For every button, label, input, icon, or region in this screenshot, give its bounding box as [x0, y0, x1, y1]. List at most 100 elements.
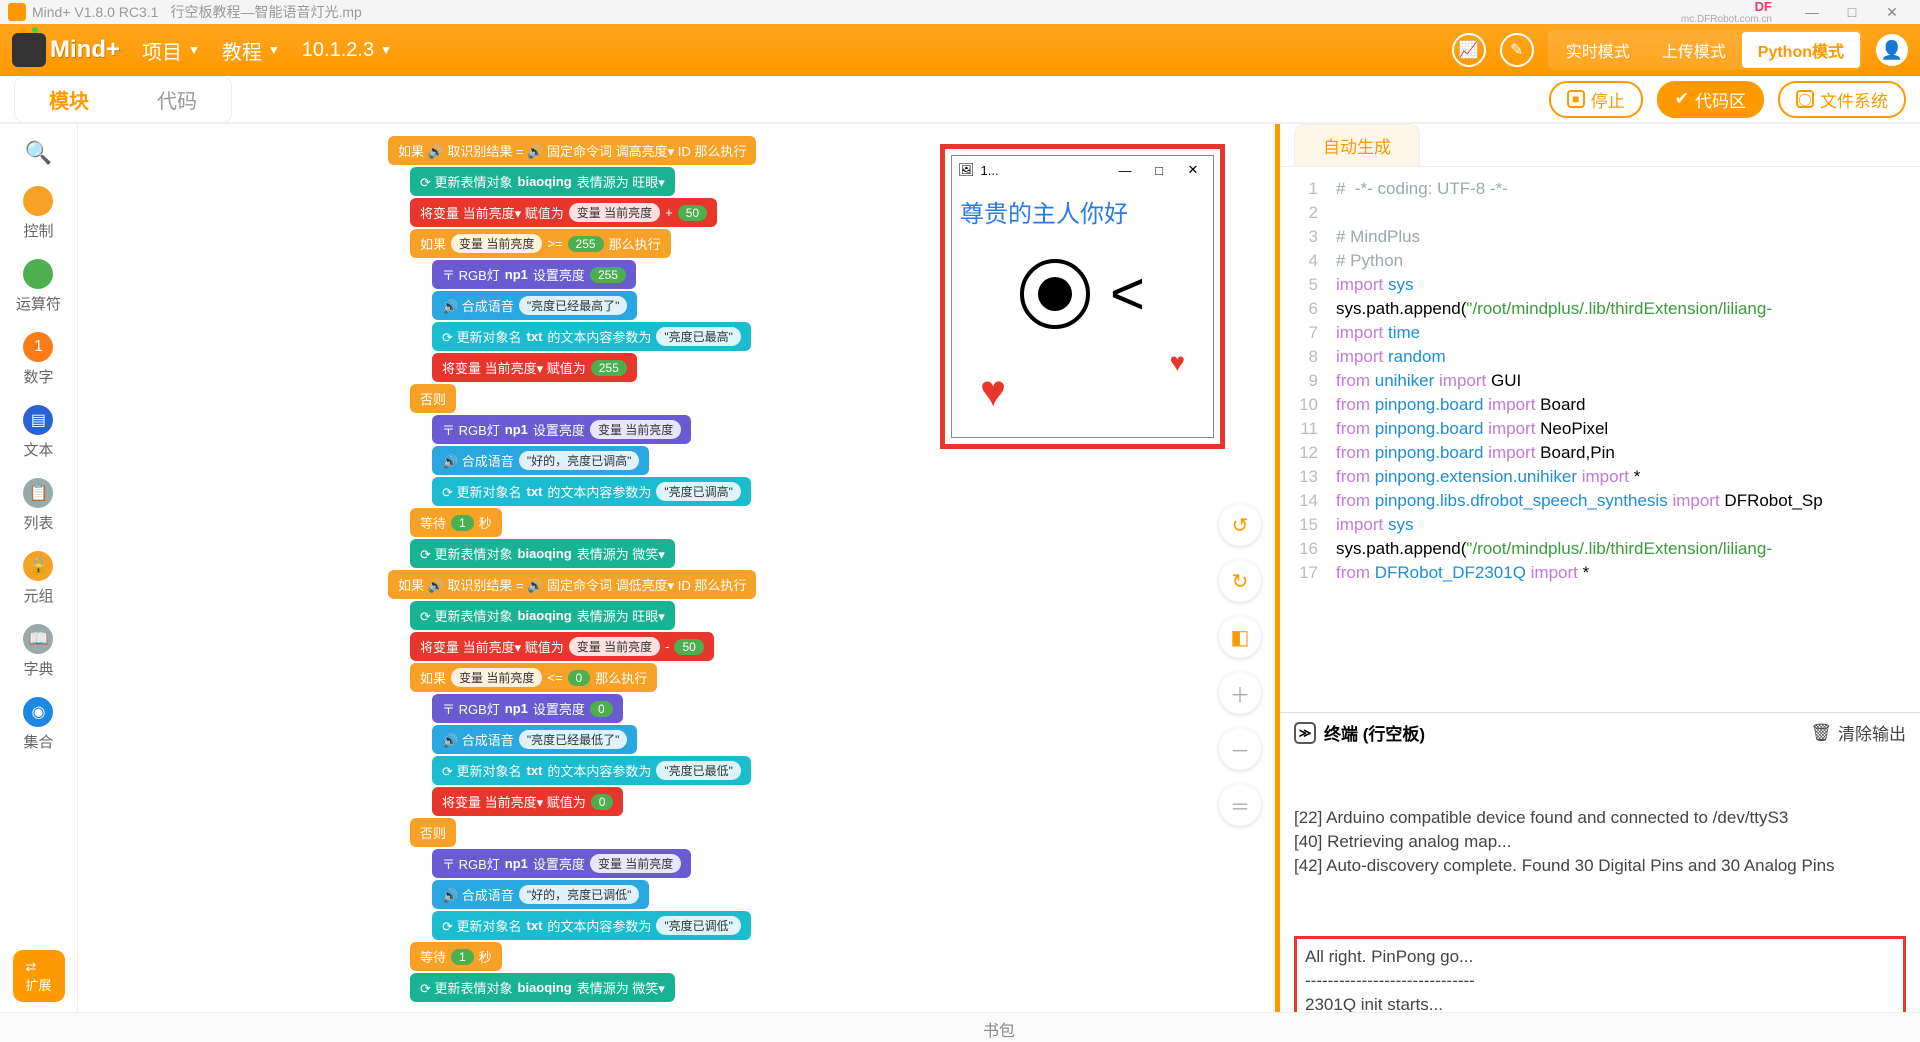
- terminal-icon: ≫: [1294, 722, 1316, 744]
- block[interactable]: 如果 变量 当前亮度 >= 255 那么执行: [410, 229, 671, 258]
- mode-switch: 实时模式 上传模式 Python模式: [1548, 30, 1862, 70]
- block[interactable]: 🔊 合成语音 "亮度已经最高了": [432, 291, 637, 320]
- block[interactable]: 将变量 当前亮度▾ 赋值为 变量 当前亮度 - 50: [410, 632, 714, 661]
- category-集合[interactable]: ◉集合: [23, 693, 53, 756]
- block[interactable]: 🔊 合成语音 "好的，亮度已调高": [432, 446, 649, 475]
- pv-max[interactable]: □: [1145, 163, 1173, 178]
- block[interactable]: ⟳ 更新对象名 txt 的文本内容参数为 "亮度已调低": [432, 911, 751, 940]
- block[interactable]: 〒 RGB灯 np1 设置亮度 变量 当前亮度: [432, 415, 691, 444]
- block[interactable]: 否则: [410, 818, 456, 847]
- pv-close[interactable]: ✕: [1179, 162, 1207, 178]
- heart-icon: ♥: [980, 367, 1006, 417]
- secondary-bar: 模块 代码 ■停止 ✔代码区 ◯文件系统: [0, 76, 1920, 124]
- stop-button[interactable]: ■停止: [1549, 81, 1643, 118]
- code-line: 13from pinpong.extension.unihiker import…: [1280, 465, 1920, 489]
- right-panel: 自动生成 1# -*- coding: UTF-8 -*-23# MindPlu…: [1280, 124, 1920, 1012]
- max-button[interactable]: □: [1832, 4, 1872, 20]
- block[interactable]: ⟳ 更新表情对象 biaoqing 表情源为 旺眼▾: [410, 601, 675, 630]
- menu-tutorial[interactable]: 教程▼: [222, 36, 280, 65]
- mode-upload[interactable]: 上传模式: [1646, 32, 1742, 68]
- block[interactable]: 🔊 合成语音 "好的，亮度已调低": [432, 880, 649, 909]
- code-line: 11from pinpong.board import NeoPixel: [1280, 417, 1920, 441]
- terminal-title: 终端 (行空板): [1324, 720, 1425, 745]
- codezone-button[interactable]: ✔代码区: [1657, 81, 1764, 118]
- extension-button[interactable]: ⇄扩展: [13, 950, 65, 1002]
- code-line: 12from pinpong.board import Board,Pin: [1280, 441, 1920, 465]
- eye-open-icon: [1020, 259, 1090, 329]
- undo-icon[interactable]: ↺: [1219, 504, 1261, 546]
- code-line: 1# -*- coding: UTF-8 -*-: [1280, 177, 1920, 201]
- code-line: 4# Python: [1280, 249, 1920, 273]
- code-line: 3# MindPlus: [1280, 225, 1920, 249]
- min-button[interactable]: —: [1792, 4, 1832, 20]
- user-icon[interactable]: 👤: [1876, 34, 1908, 66]
- mode-python[interactable]: Python模式: [1742, 32, 1860, 68]
- brand-df: DF: [1681, 0, 1772, 14]
- category-元组[interactable]: 🔒元组: [23, 547, 53, 610]
- app-title: Mind+ V1.8.0 RC3.1: [32, 4, 158, 20]
- terminal-header: ≫ 终端 (行空板) 🗑 清除输出: [1280, 712, 1920, 752]
- block[interactable]: 〒 RGB灯 np1 设置亮度 0: [432, 694, 623, 723]
- tab-blocks[interactable]: 模块: [15, 77, 123, 122]
- logo: Mind+: [12, 33, 120, 67]
- eye-wink-icon: >: [1110, 259, 1145, 329]
- terminal-output[interactable]: [22] Arduino compatible device found and…: [1280, 752, 1920, 1012]
- category-search[interactable]: 🔍: [24, 134, 54, 172]
- pv-min[interactable]: —: [1111, 163, 1139, 178]
- block[interactable]: 等待 1 秒: [410, 508, 502, 537]
- app-icon: [8, 3, 26, 21]
- tab-code[interactable]: 代码: [123, 77, 231, 122]
- edit-icon[interactable]: ✎: [1500, 33, 1534, 67]
- footer: 书包: [0, 1012, 1920, 1042]
- block[interactable]: 将变量 当前亮度▾ 赋值为 变量 当前亮度 + 50: [410, 198, 717, 227]
- zoom-out-icon[interactable]: －: [1219, 728, 1261, 770]
- block[interactable]: 否则: [410, 384, 456, 413]
- preview-title: 1...: [981, 163, 999, 178]
- terminal-pre: [22] Arduino compatible device found and…: [1294, 806, 1906, 878]
- block[interactable]: ⟳ 更新表情对象 biaoqing 表情源为 旺眼▾: [410, 167, 675, 196]
- block[interactable]: 如果 🔊 取识别结果 = 🔊 固定命令词 调低亮度▾ ID 那么执行: [388, 570, 756, 599]
- redo-icon[interactable]: ↻: [1219, 560, 1261, 602]
- category-sidebar: 🔍 控制运算符 1数字 ▤文本 📋列表 🔒元组 📖字典 ◉集合 ⇄扩展: [0, 124, 78, 1012]
- category-字典[interactable]: 📖字典: [23, 620, 53, 683]
- block[interactable]: 〒 RGB灯 np1 设置亮度 255: [432, 260, 636, 289]
- menu-ip[interactable]: 10.1.2.3▼: [302, 39, 392, 62]
- zoom-in-icon[interactable]: ＋: [1219, 672, 1261, 714]
- block[interactable]: 等待 1 秒: [410, 942, 502, 971]
- block[interactable]: ⟳ 更新表情对象 biaoqing 表情源为 微笑▾: [410, 539, 675, 568]
- crop-icon[interactable]: ◧: [1219, 616, 1261, 658]
- block[interactable]: ⟳ 更新表情对象 biaoqing 表情源为 微笑▾: [410, 973, 675, 1002]
- clear-terminal[interactable]: 🗑 清除输出: [1810, 720, 1906, 745]
- backpack-label[interactable]: 书包: [78, 1013, 1920, 1042]
- filesys-button[interactable]: ◯文件系统: [1778, 81, 1906, 118]
- block[interactable]: 如果 变量 当前亮度 <= 0 那么执行: [410, 663, 657, 692]
- block[interactable]: ⟳ 更新对象名 txt 的文本内容参数为 "亮度已调高": [432, 477, 751, 506]
- block[interactable]: 🔊 合成语音 "亮度已经最低了": [432, 725, 637, 754]
- block[interactable]: 如果 🔊 取识别结果 = 🔊 固定命令词 调高亮度▾ ID 那么执行: [388, 136, 756, 165]
- block[interactable]: ⟳ 更新对象名 txt 的文本内容参数为 "亮度已最高": [432, 322, 751, 351]
- zoom-fit-icon[interactable]: ＝: [1219, 784, 1261, 826]
- block[interactable]: 〒 RGB灯 np1 设置亮度 变量 当前亮度: [432, 849, 691, 878]
- code-line: 7import time: [1280, 321, 1920, 345]
- block[interactable]: 将变量 当前亮度▾ 赋值为 255: [432, 353, 637, 382]
- block[interactable]: 将变量 当前亮度▾ 赋值为 0: [432, 787, 623, 816]
- preview-greeting: 尊贵的主人你好: [960, 194, 1205, 229]
- preview-highlight: 🖼1... — □ ✕ 尊贵的主人你好 > ♥ ♥: [940, 144, 1225, 449]
- block-canvas[interactable]: 如果 🔊 取识别结果 = 🔊 固定命令词 调高亮度▾ ID 那么执行⟳ 更新表情…: [78, 124, 1280, 1012]
- category-运算符[interactable]: 运算符: [16, 255, 61, 318]
- category-文本[interactable]: ▤文本: [23, 401, 53, 464]
- category-控制[interactable]: 控制: [23, 182, 53, 245]
- preview-face: >: [960, 259, 1205, 329]
- titlebar: Mind+ V1.8.0 RC3.1 行空板教程—智能语音灯光.mp DF mc…: [0, 0, 1920, 24]
- chart-icon[interactable]: 📈: [1452, 33, 1486, 67]
- code-view[interactable]: 1# -*- coding: UTF-8 -*-23# MindPlus4# P…: [1280, 166, 1920, 712]
- code-line: 2: [1280, 201, 1920, 225]
- block[interactable]: ⟳ 更新对象名 txt 的文本内容参数为 "亮度已最低": [432, 756, 751, 785]
- mode-realtime[interactable]: 实时模式: [1550, 32, 1646, 68]
- close-button[interactable]: ✕: [1872, 4, 1912, 21]
- category-数字[interactable]: 1数字: [23, 328, 53, 391]
- category-列表[interactable]: 📋列表: [23, 474, 53, 537]
- menu-project[interactable]: 项目▼: [142, 36, 200, 65]
- code-line: 6sys.path.append("/root/mindplus/.lib/th…: [1280, 297, 1920, 321]
- code-tab-auto[interactable]: 自动生成: [1294, 124, 1420, 166]
